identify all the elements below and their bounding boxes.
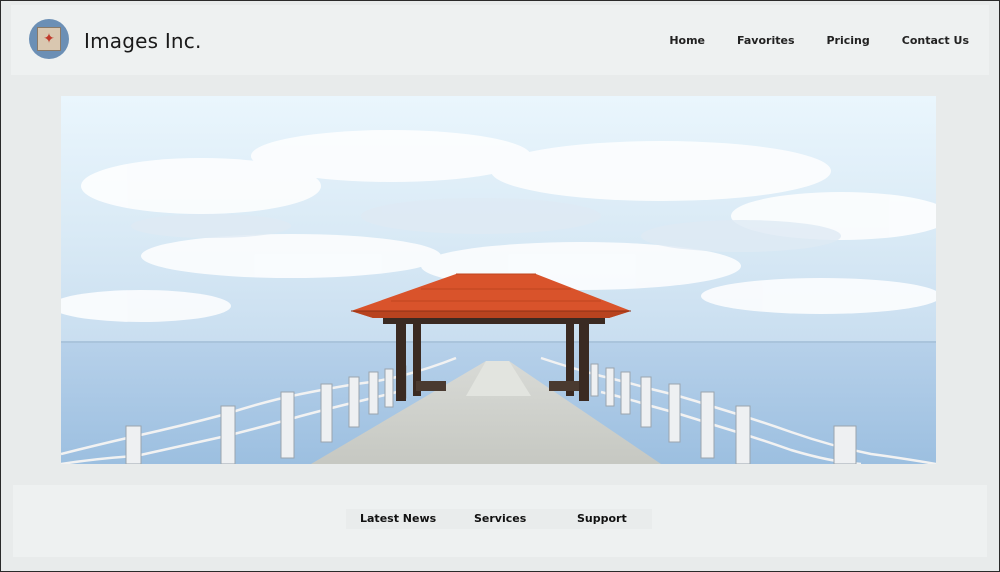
nav-contact-us[interactable]: Contact Us — [870, 34, 969, 47]
page-frame: ✦ Images Inc. Home Favorites Pricing Con… — [0, 0, 1000, 572]
footer-latest-news[interactable]: Latest News — [360, 512, 436, 525]
nav-favorites[interactable]: Favorites — [705, 34, 794, 47]
site-footer: Latest News Services Support — [13, 485, 987, 557]
brand-title: Images Inc. — [84, 29, 202, 53]
nav-home[interactable]: Home — [637, 34, 705, 47]
footer-services[interactable]: Services — [474, 512, 526, 525]
main-nav: Home Favorites Pricing Contact Us — [637, 34, 969, 47]
hero-image — [61, 96, 936, 464]
nav-pricing[interactable]: Pricing — [795, 34, 870, 47]
logo[interactable]: ✦ — [29, 19, 69, 59]
pier-gazebo-photo — [61, 96, 936, 464]
site-header: ✦ Images Inc. Home Favorites Pricing Con… — [11, 5, 989, 75]
footer-support[interactable]: Support — [577, 512, 627, 525]
compass-icon: ✦ — [37, 27, 61, 51]
footer-nav: Latest News Services Support — [346, 509, 652, 529]
